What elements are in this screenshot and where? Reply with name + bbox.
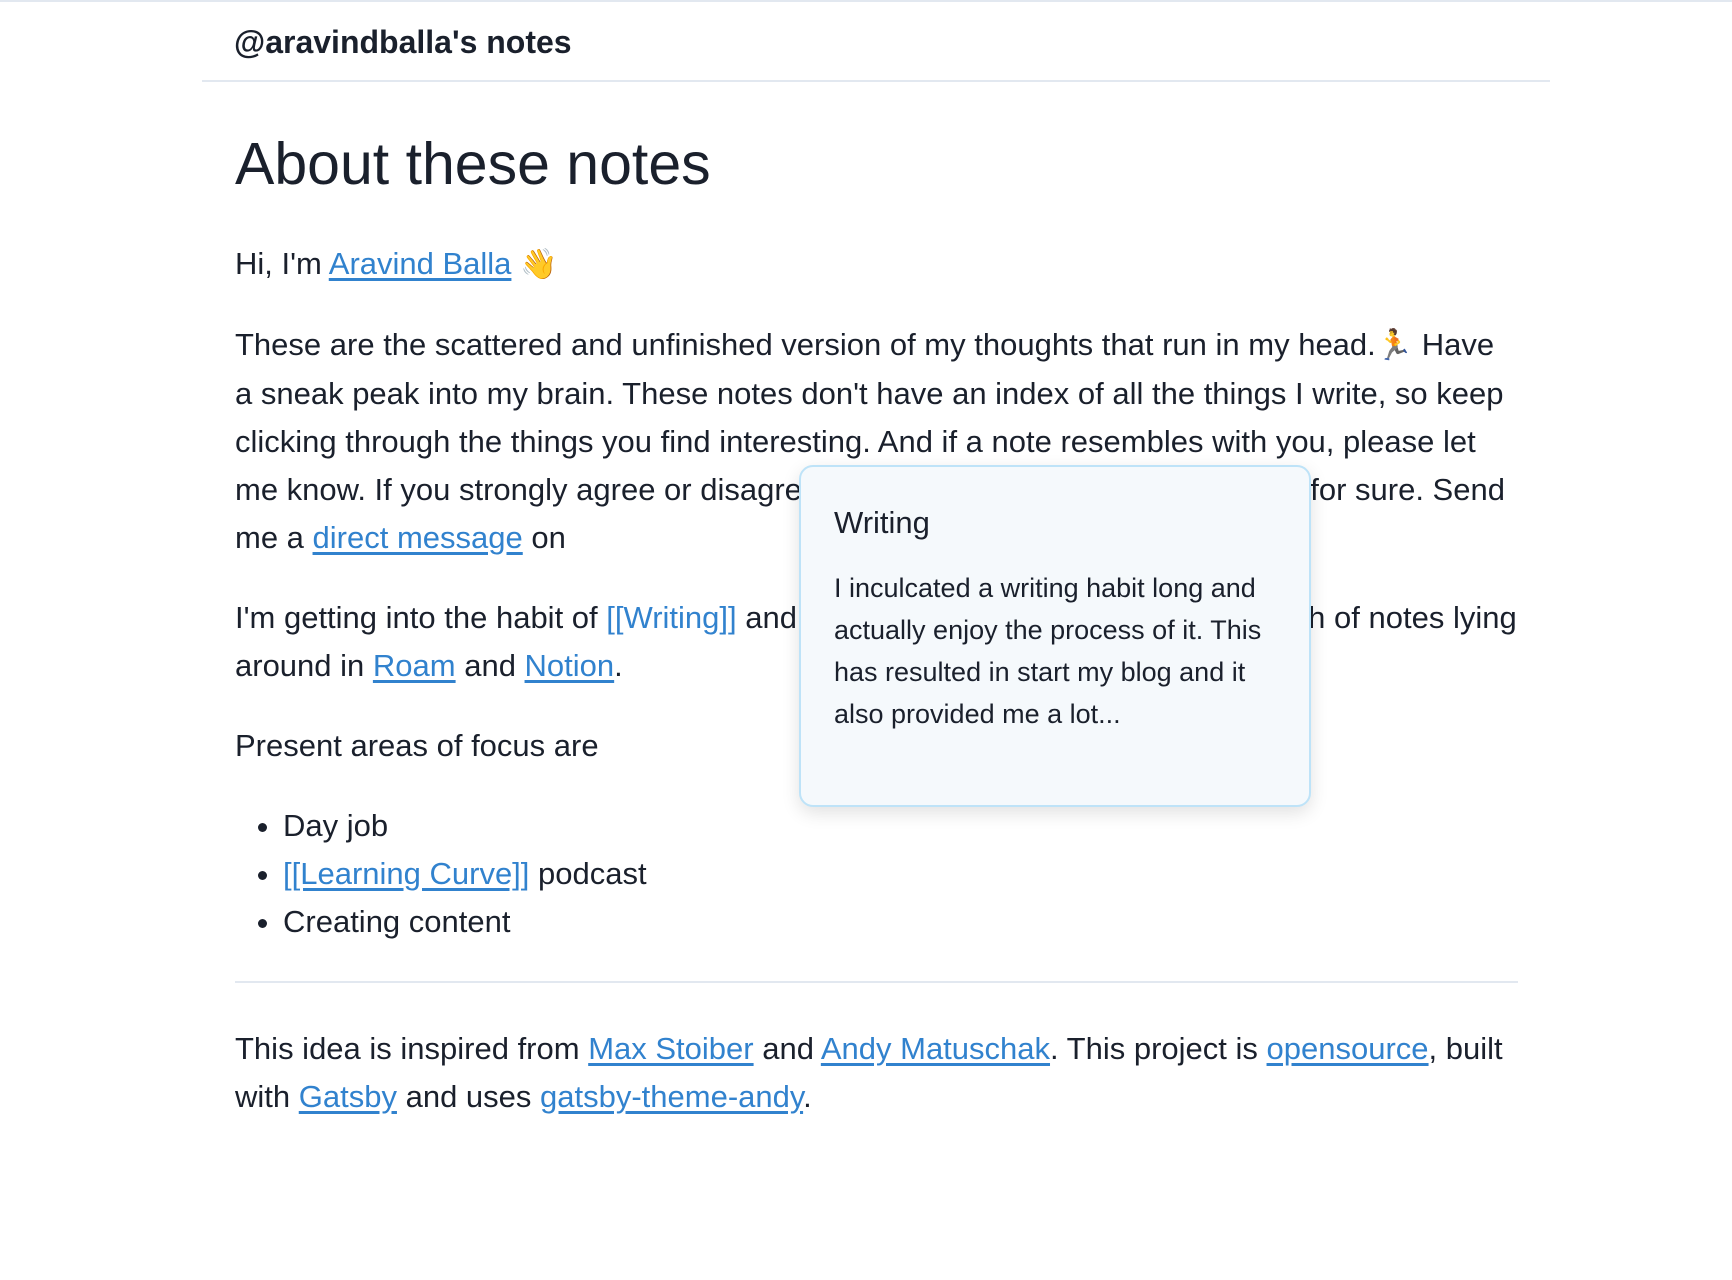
list-item-creating-content: Creating content: [283, 898, 1518, 946]
page-title: About these notes: [235, 131, 711, 197]
thoughts-text-c: on: [522, 520, 566, 555]
site-header: @aravindballa's notes: [202, 2, 1550, 82]
list-item-day-job: Day job: [283, 802, 1518, 850]
gatsby-theme-andy-link[interactable]: gatsby-theme-andy: [540, 1079, 803, 1114]
learning-curve-suffix: podcast: [529, 856, 647, 891]
habit-text-d: .: [614, 648, 623, 683]
waving-hand-icon: 👋: [520, 248, 558, 281]
divider: [235, 981, 1518, 983]
direct-message-link[interactable]: direct message: [313, 520, 523, 555]
footer-paragraph: This idea is inspired from Max Stoiber a…: [235, 1025, 1518, 1121]
habit-text-c: and: [455, 648, 525, 683]
habit-text-a: I'm getting into the habit of: [235, 600, 607, 635]
footer-text-b: and: [753, 1031, 821, 1066]
learning-curve-wiki-link[interactable]: [[Learning Curve]]: [283, 856, 529, 891]
thoughts-text-a: These are the scattered and unfinished v…: [235, 327, 1376, 362]
runner-icon: 🏃: [1375, 329, 1414, 362]
notion-link[interactable]: Notion: [525, 648, 615, 683]
writing-preview-popup[interactable]: Writing I inculcated a writing habit lon…: [799, 465, 1311, 807]
writing-wiki-link[interactable]: [[Writing]]: [606, 600, 736, 635]
footer-text-c: . This project is: [1050, 1031, 1267, 1066]
list-item-learning-curve: [[Learning Curve]] podcast: [283, 850, 1518, 898]
andy-matuschak-link[interactable]: Andy Matuschak: [821, 1031, 1050, 1066]
focus-list: Day job [[Learning Curve]] podcast Creat…: [235, 802, 1518, 946]
page: @aravindballa's notes About these notes …: [0, 0, 1732, 1280]
opensource-link[interactable]: opensource: [1267, 1031, 1429, 1066]
popup-body: I inculcated a writing habit long and ac…: [834, 573, 1262, 729]
site-title-link[interactable]: @aravindballa's notes: [234, 24, 572, 61]
roam-link[interactable]: Roam: [373, 648, 456, 683]
footer-text-e: and uses: [396, 1079, 541, 1114]
gatsby-link[interactable]: Gatsby: [299, 1079, 397, 1114]
max-stoiber-link[interactable]: Max Stoiber: [588, 1031, 753, 1066]
footer-text-a: This idea is inspired from: [235, 1031, 589, 1066]
intro-paragraph: Hi, I'm Aravind Balla 👋: [235, 240, 1518, 289]
intro-prefix: Hi, I'm: [235, 246, 329, 281]
popup-title: Writing: [834, 505, 930, 540]
footer-text-f: .: [803, 1079, 812, 1114]
author-name-link[interactable]: Aravind Balla: [329, 246, 512, 281]
